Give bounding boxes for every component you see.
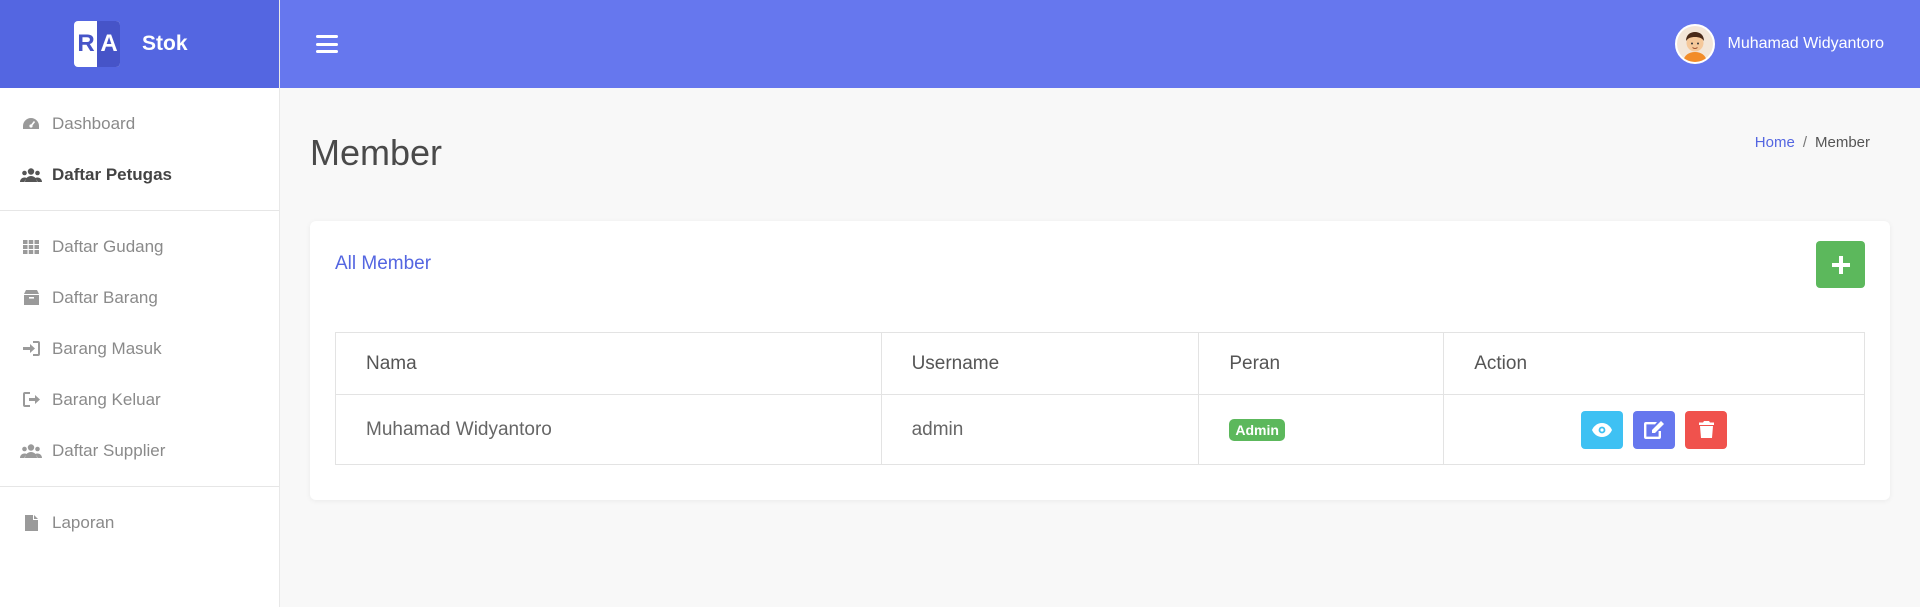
- sidebar-item-label: Daftar Gudang: [52, 236, 164, 256]
- view-button[interactable]: [1581, 410, 1624, 449]
- menu-toggle-icon[interactable]: [316, 35, 338, 53]
- nav-group-inventory: Daftar Gudang Daftar Barang Barang Masuk…: [0, 211, 279, 487]
- sign-in-icon: [20, 340, 42, 358]
- column-header-action: Action: [1443, 332, 1865, 395]
- cell-username: admin: [880, 394, 1200, 465]
- edit-button[interactable]: [1633, 410, 1676, 449]
- cell-action: [1443, 394, 1865, 465]
- column-header-username[interactable]: Username: [880, 332, 1200, 395]
- trash-icon: [1698, 421, 1714, 438]
- brand[interactable]: RA Stok: [0, 0, 279, 88]
- sidebar: RA Stok Dashboard Daftar Petugas Daftar …: [0, 0, 280, 607]
- brand-logo: RA: [74, 21, 120, 67]
- sidebar-item-daftar-supplier[interactable]: Daftar Supplier: [0, 425, 279, 476]
- brand-name: Stok: [142, 32, 188, 55]
- sidebar-item-barang-masuk[interactable]: Barang Masuk: [0, 323, 279, 374]
- sidebar-item-label: Daftar Petugas: [52, 164, 172, 184]
- sidebar-item-barang-keluar[interactable]: Barang Keluar: [0, 374, 279, 425]
- sidebar-item-label: Dashboard: [52, 113, 136, 133]
- nav-group-main: Dashboard Daftar Petugas: [0, 88, 279, 211]
- sidebar-item-daftar-petugas[interactable]: Daftar Petugas: [0, 149, 279, 200]
- sidebar-item-label: Daftar Barang: [52, 287, 158, 307]
- sidebar-item-daftar-gudang[interactable]: Daftar Gudang: [0, 221, 279, 272]
- sidebar-item-daftar-barang[interactable]: Daftar Barang: [0, 272, 279, 323]
- sidebar-item-label: Barang Masuk: [52, 338, 162, 358]
- breadcrumb-current: Member: [1814, 134, 1870, 151]
- breadcrumb-separator: /: [1802, 134, 1807, 151]
- avatar: [1675, 24, 1716, 64]
- sidebar-item-label: Laporan: [52, 512, 115, 532]
- nav-group-report: Laporan: [0, 487, 279, 558]
- users-icon: [20, 166, 42, 184]
- dashboard-icon: [20, 115, 42, 133]
- column-header-peran[interactable]: Peran: [1198, 332, 1445, 395]
- grid-icon: [20, 238, 42, 256]
- role-badge: Admin: [1229, 418, 1285, 441]
- table-row: Muhamad Widyantoro admin Admin: [335, 394, 1865, 465]
- table-header-row: Nama Username Peran Action: [335, 332, 1865, 395]
- delete-button[interactable]: [1685, 410, 1728, 449]
- edit-icon: [1644, 420, 1665, 439]
- page-title: Member: [310, 132, 443, 173]
- cell-peran: Admin: [1198, 394, 1445, 465]
- member-card: All Member Nama Username Peran Action Mu…: [310, 221, 1890, 500]
- column-header-nama[interactable]: Nama: [335, 332, 882, 395]
- user-name: Muhamad Widyantoro: [1727, 35, 1884, 52]
- sidebar-item-dashboard[interactable]: Dashboard: [0, 98, 279, 149]
- sidebar-item-label: Daftar Supplier: [52, 440, 166, 460]
- card-title: All Member: [335, 253, 432, 274]
- plus-icon: [1831, 255, 1850, 274]
- sidebar-item-label: Barang Keluar: [52, 389, 161, 409]
- users-icon: [20, 442, 42, 460]
- add-member-button[interactable]: [1816, 241, 1865, 288]
- sidebar-item-laporan[interactable]: Laporan: [0, 497, 279, 548]
- cell-nama: Muhamad Widyantoro: [335, 394, 882, 465]
- box-icon: [20, 289, 42, 307]
- user-menu[interactable]: Muhamad Widyantoro: [1675, 24, 1884, 64]
- eye-icon: [1592, 422, 1613, 437]
- main-content: Member Home / Member All Member Nama Usern…: [280, 88, 1920, 607]
- sign-out-icon: [20, 391, 42, 409]
- breadcrumb: Home / Member: [1755, 134, 1870, 151]
- file-icon: [20, 514, 42, 532]
- breadcrumb-home-link[interactable]: Home: [1755, 134, 1795, 151]
- member-table: Nama Username Peran Action Muhamad Widya…: [335, 332, 1865, 465]
- topbar: Muhamad Widyantoro: [280, 0, 1920, 88]
